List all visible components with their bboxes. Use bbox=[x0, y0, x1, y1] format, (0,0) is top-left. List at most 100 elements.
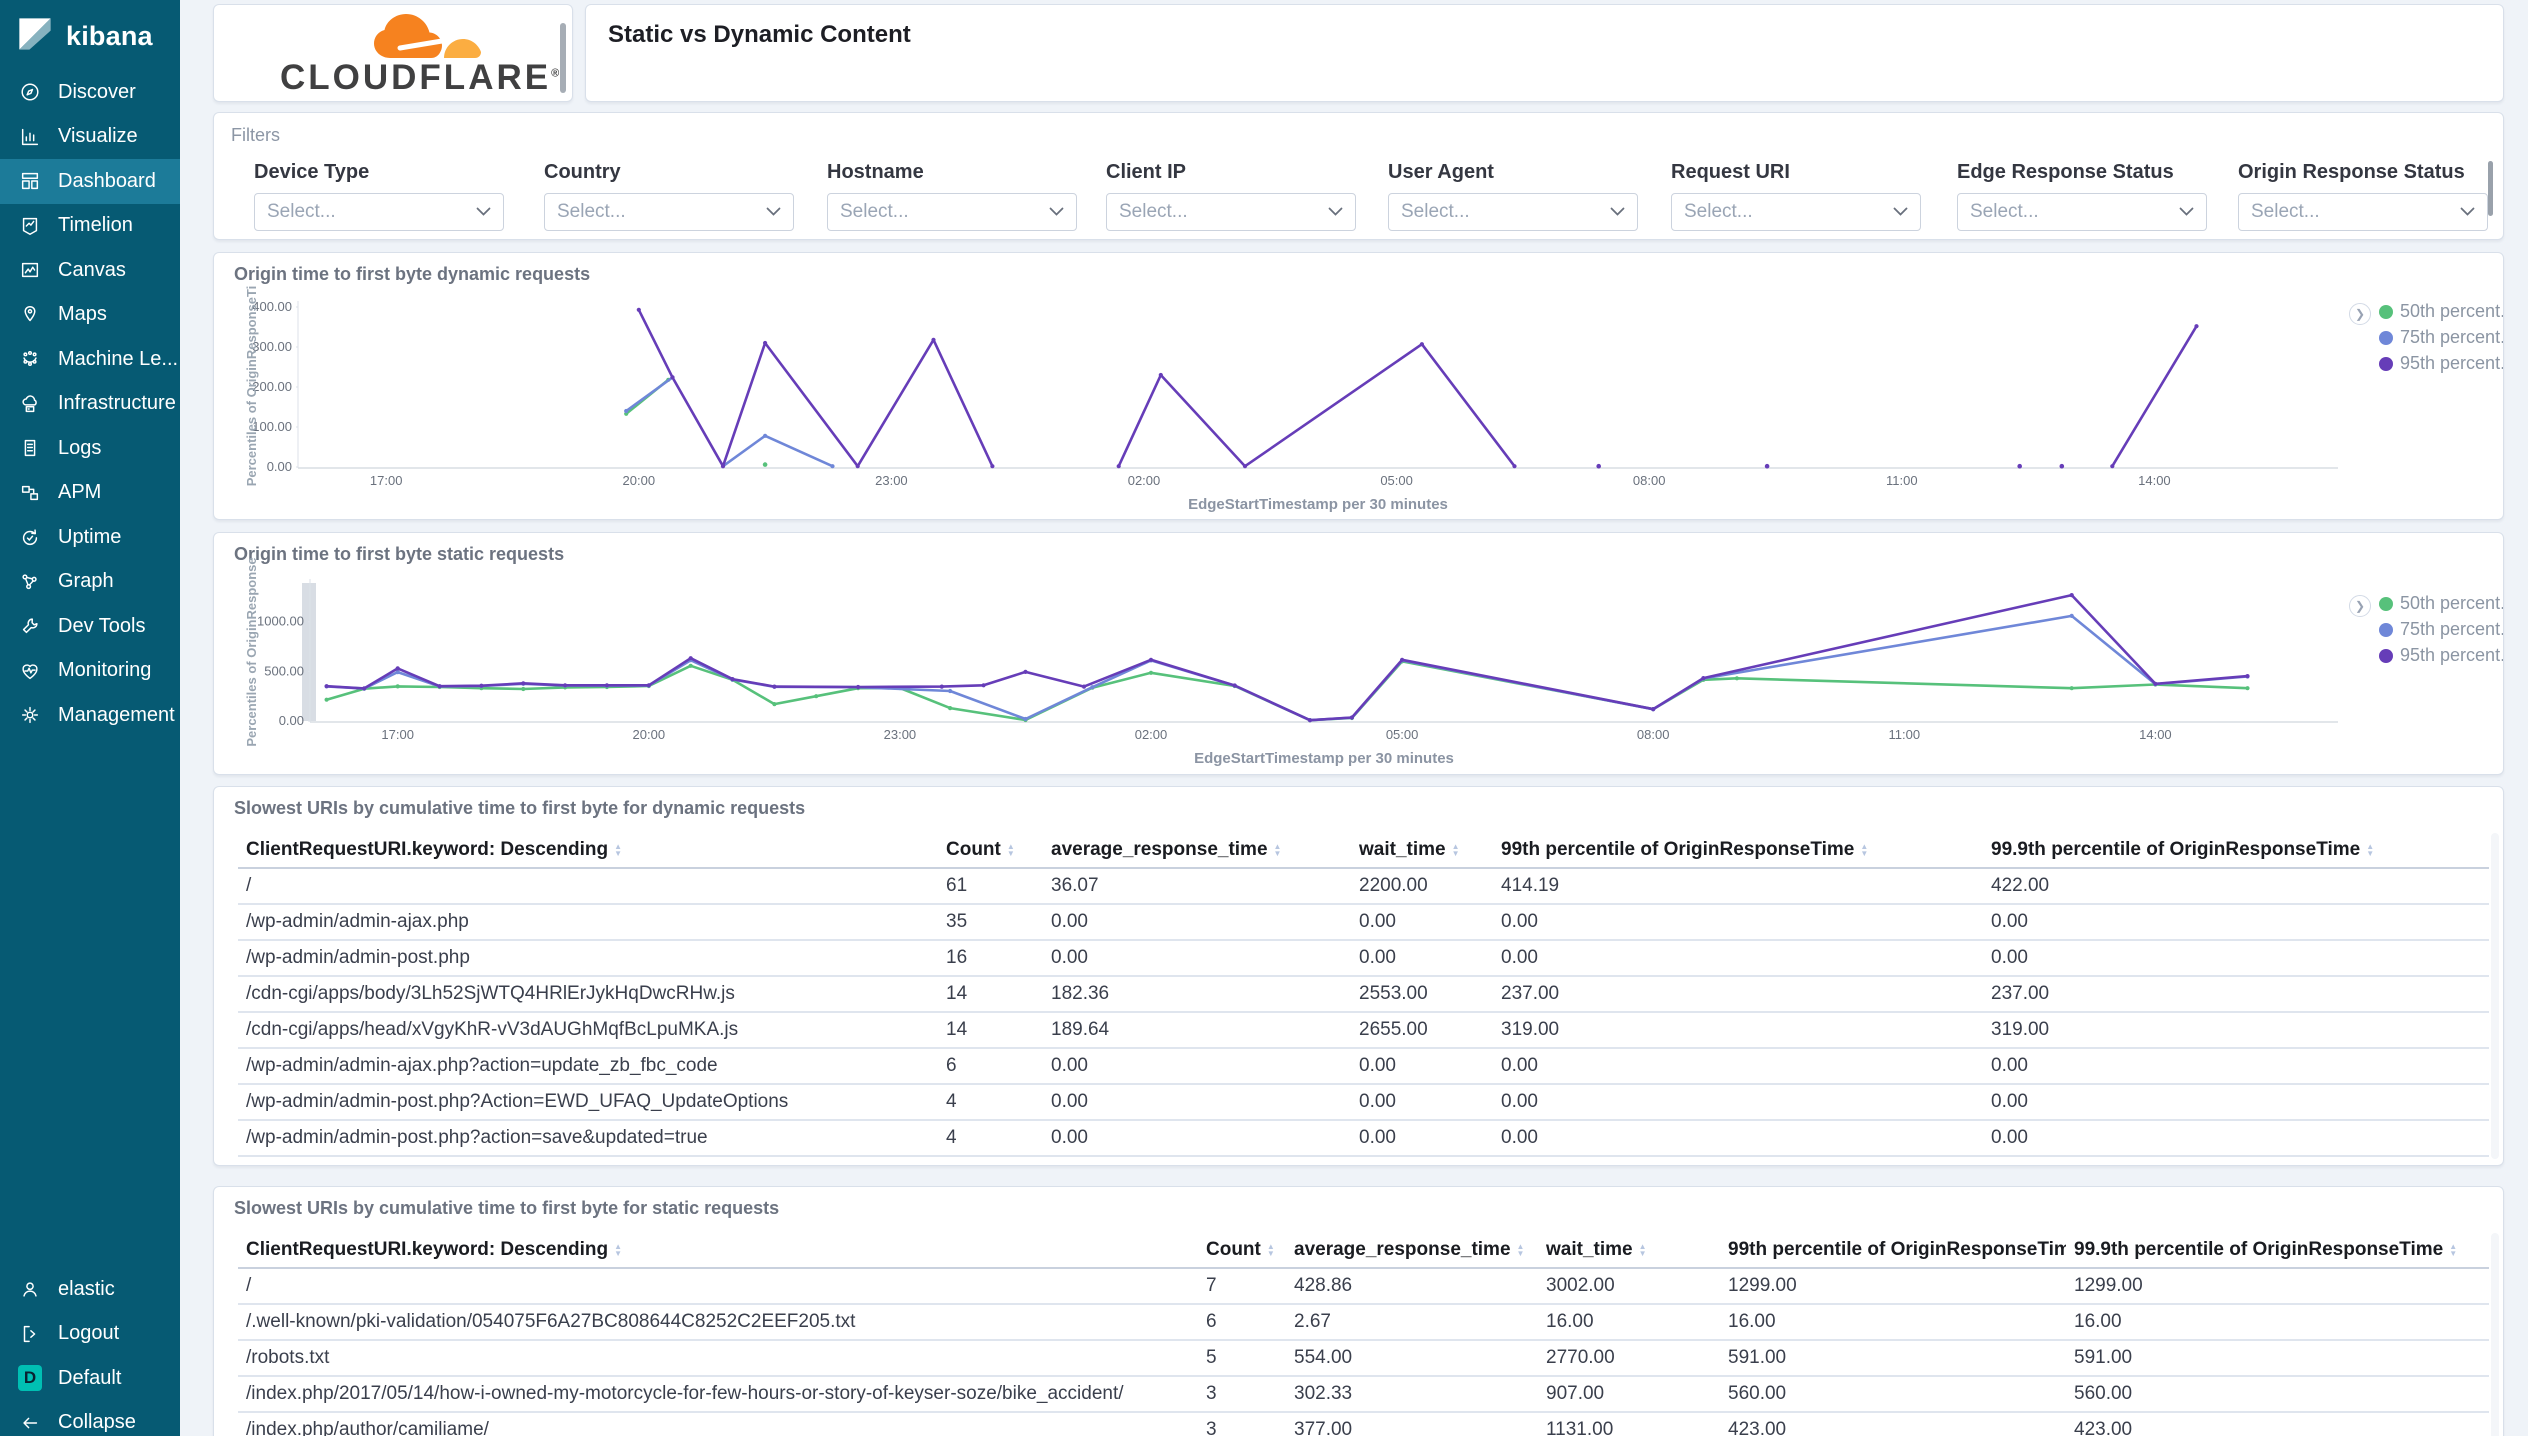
table-cell: 560.00 bbox=[2074, 1383, 2133, 1404]
table-cell: 5 bbox=[1206, 1347, 1217, 1368]
sidebar-item-default[interactable]: D Default bbox=[0, 1356, 180, 1401]
filter-select-user-agent[interactable]: Select... bbox=[1388, 193, 1638, 231]
sidebar-item-infrastructure[interactable]: Infrastructure bbox=[0, 382, 180, 427]
filter-select-country[interactable]: Select... bbox=[544, 193, 794, 231]
table-cell: 0.00 bbox=[1043, 1163, 1351, 1165]
sidebar-item-logout[interactable]: Logout bbox=[0, 1312, 180, 1357]
sidebar-item-apm[interactable]: APM bbox=[0, 471, 180, 516]
series-line bbox=[325, 593, 2249, 722]
sidebar-item-label: Dashboard bbox=[58, 169, 156, 192]
column-header-count[interactable]: Count ▲ ▼ bbox=[938, 839, 1043, 861]
filter-select-hostname[interactable]: Select... bbox=[827, 193, 1077, 231]
filter-select-edge-response-status[interactable]: Select... bbox=[1957, 193, 2207, 231]
filter-field-label: Country bbox=[544, 161, 621, 183]
column-header-99-9th-percentile-of-originresponsetime[interactable]: 99.9th percentile of OriginResponseTime ▲… bbox=[1983, 839, 2489, 861]
legend-item-95th-percent[interactable]: 95th percent... bbox=[2379, 645, 2503, 666]
table-cell: /index.php/2017/05/14/how-i-owned-my-mot… bbox=[246, 1383, 1124, 1404]
sidebar-item-canvas[interactable]: Canvas bbox=[0, 248, 180, 293]
table-cell: /robots.txt bbox=[246, 1347, 330, 1368]
series-line bbox=[1117, 342, 1516, 468]
column-header-99-9th-percentile-of-originresponsetime[interactable]: 99.9th percentile of OriginResponseTime ▲… bbox=[2066, 1239, 2489, 1261]
table-cell: 414.19 bbox=[1501, 875, 1560, 896]
table-cell: 423.00 bbox=[1728, 1419, 1787, 1436]
cloudflare-wordmark: CLOUDFLARE® bbox=[280, 58, 563, 97]
table-cell: 2200.00 bbox=[1359, 875, 1428, 896]
machine-learning-icon bbox=[18, 347, 42, 371]
table-scrollbar-track[interactable] bbox=[2491, 1233, 2499, 1436]
sidebar-item-collapse[interactable]: Collapse bbox=[0, 1401, 180, 1436]
brand-text: kibana bbox=[66, 20, 153, 51]
legend-item-50th-percent[interactable]: 50th percent... bbox=[2379, 301, 2503, 322]
sidebar-item-elastic[interactable]: elastic bbox=[0, 1267, 180, 1312]
monitoring-icon bbox=[18, 659, 42, 683]
table-scrollbar-track[interactable] bbox=[2491, 833, 2499, 1159]
filter-select-client-ip[interactable]: Select... bbox=[1106, 193, 1356, 231]
table-row: / 61 36.07 2200.00 414.19 422.00 bbox=[238, 869, 2489, 905]
sidebar-item-label: Default bbox=[58, 1366, 122, 1389]
filters-panel-scrollbar[interactable] bbox=[2488, 161, 2493, 216]
sidebar-item-monitoring[interactable]: Monitoring bbox=[0, 649, 180, 694]
legend-item-95th-percent[interactable]: 95th percent... bbox=[2379, 353, 2503, 374]
column-header-wait-time[interactable]: wait_time ▲ ▼ bbox=[1538, 1239, 1720, 1261]
table-cell: 237.00 bbox=[1991, 983, 2050, 1004]
legend-item-75th-percent[interactable]: 75th percent... bbox=[2379, 327, 2503, 348]
column-header-clientrequesturi-keyword-descending[interactable]: ClientRequestURI.keyword: Descending ▲ ▼ bbox=[238, 839, 938, 861]
sidebar-item-label: Monitoring bbox=[58, 659, 152, 682]
kibana-brand[interactable]: kibana bbox=[0, 0, 180, 70]
sidebar-item-maps[interactable]: Maps bbox=[0, 293, 180, 338]
column-header-average-response-time[interactable]: average_response_time ▲ ▼ bbox=[1043, 839, 1351, 861]
table-cell: 2553.00 bbox=[1359, 983, 1428, 1004]
table-cell: 0.00 bbox=[1501, 1091, 1538, 1112]
sidebar-item-graph[interactable]: Graph bbox=[0, 560, 180, 605]
chart-panel-static-ttfb: Origin time to first byte static request… bbox=[213, 532, 2504, 775]
filter-select-device-type[interactable]: Select... bbox=[254, 193, 504, 231]
sidebar-item-discover[interactable]: Discover bbox=[0, 70, 180, 115]
chevron-down-icon bbox=[766, 203, 781, 221]
sidebar-item-management[interactable]: Management bbox=[0, 693, 180, 738]
sidebar-item-timelion[interactable]: Timelion bbox=[0, 204, 180, 249]
filters-panel-label: Filters bbox=[231, 125, 280, 145]
column-header-count[interactable]: Count ▲ ▼ bbox=[1198, 1239, 1286, 1261]
column-header-average-response-time[interactable]: average_response_time ▲ ▼ bbox=[1286, 1239, 1538, 1261]
table-cell: 16.00 bbox=[1728, 1311, 1776, 1332]
table-cell: 6 bbox=[1206, 1311, 1217, 1332]
table-cell: /index.php/author/camiliame/ bbox=[246, 1419, 489, 1436]
column-header-wait-time[interactable]: wait_time ▲ ▼ bbox=[1351, 839, 1493, 861]
sidebar-item-visualize[interactable]: Visualize bbox=[0, 115, 180, 160]
table-cell: 0.00 bbox=[1493, 1163, 1983, 1165]
sidebar-item-uptime[interactable]: Uptime bbox=[0, 515, 180, 560]
y-axis-title: Percentiles of OriginResponseTi bbox=[244, 286, 259, 487]
table-cell: 61 bbox=[946, 875, 968, 896]
table-cell: 0.00 bbox=[1501, 1127, 1538, 1148]
filter-request-uri: Request URI Select... bbox=[1671, 161, 1921, 231]
series-line bbox=[637, 308, 994, 468]
filter-select-request-uri[interactable]: Select... bbox=[1671, 193, 1921, 231]
column-header-99th-percentile-of-originresponsetime[interactable]: 99th percentile of OriginResponseTime▲▼ bbox=[1493, 839, 1983, 861]
table-cell: 14 bbox=[946, 983, 968, 1004]
sidebar-footer: elastic Logout D Default Collapse bbox=[0, 1267, 180, 1436]
select-placeholder: Select... bbox=[1119, 201, 1188, 222]
dashboard-title-panel: Static vs Dynamic Content bbox=[585, 4, 2504, 102]
legend-item-75th-percent[interactable]: 75th percent... bbox=[2379, 619, 2503, 640]
sidebar-item-dev-tools[interactable]: Dev Tools bbox=[0, 604, 180, 649]
y-tick-label: 1000.00 bbox=[257, 614, 304, 629]
filter-select-origin-response-status[interactable]: Select... bbox=[2238, 193, 2488, 231]
column-header-99th-percentile-of-originresponsetime[interactable]: 99th percentile of OriginResponseTime▲▼ bbox=[1720, 1239, 2066, 1261]
column-header-clientrequesturi-keyword-descending[interactable]: ClientRequestURI.keyword: Descending ▲ ▼ bbox=[238, 1239, 1198, 1261]
sidebar-item-dashboard[interactable]: Dashboard bbox=[0, 159, 180, 204]
table-row: /wp-admin/admin-post.php?action=save&upd… bbox=[238, 1121, 2489, 1157]
sort-icon: ▲ ▼ bbox=[1266, 1242, 1275, 1258]
graph-icon bbox=[18, 570, 42, 594]
legend-item-50th-percent[interactable]: 50th percent... bbox=[2379, 593, 2503, 614]
table-cell: 6 bbox=[946, 1055, 957, 1076]
sort-icon: ▲ ▼ bbox=[1860, 842, 1869, 858]
legend-collapse-chevron-icon[interactable]: ❯ bbox=[2349, 303, 2371, 325]
apm-icon bbox=[18, 481, 42, 505]
sidebar-item-logs[interactable]: Logs bbox=[0, 426, 180, 471]
filter-field-label: User Agent bbox=[1388, 161, 1494, 183]
table-cell: 0.00 bbox=[1359, 1127, 1396, 1148]
filter-field-label: Device Type bbox=[254, 161, 370, 183]
legend-collapse-chevron-icon[interactable]: ❯ bbox=[2349, 595, 2371, 617]
sidebar-item-machine-le[interactable]: Machine Le... bbox=[0, 337, 180, 382]
logo-panel-scrollbar[interactable] bbox=[560, 23, 566, 93]
